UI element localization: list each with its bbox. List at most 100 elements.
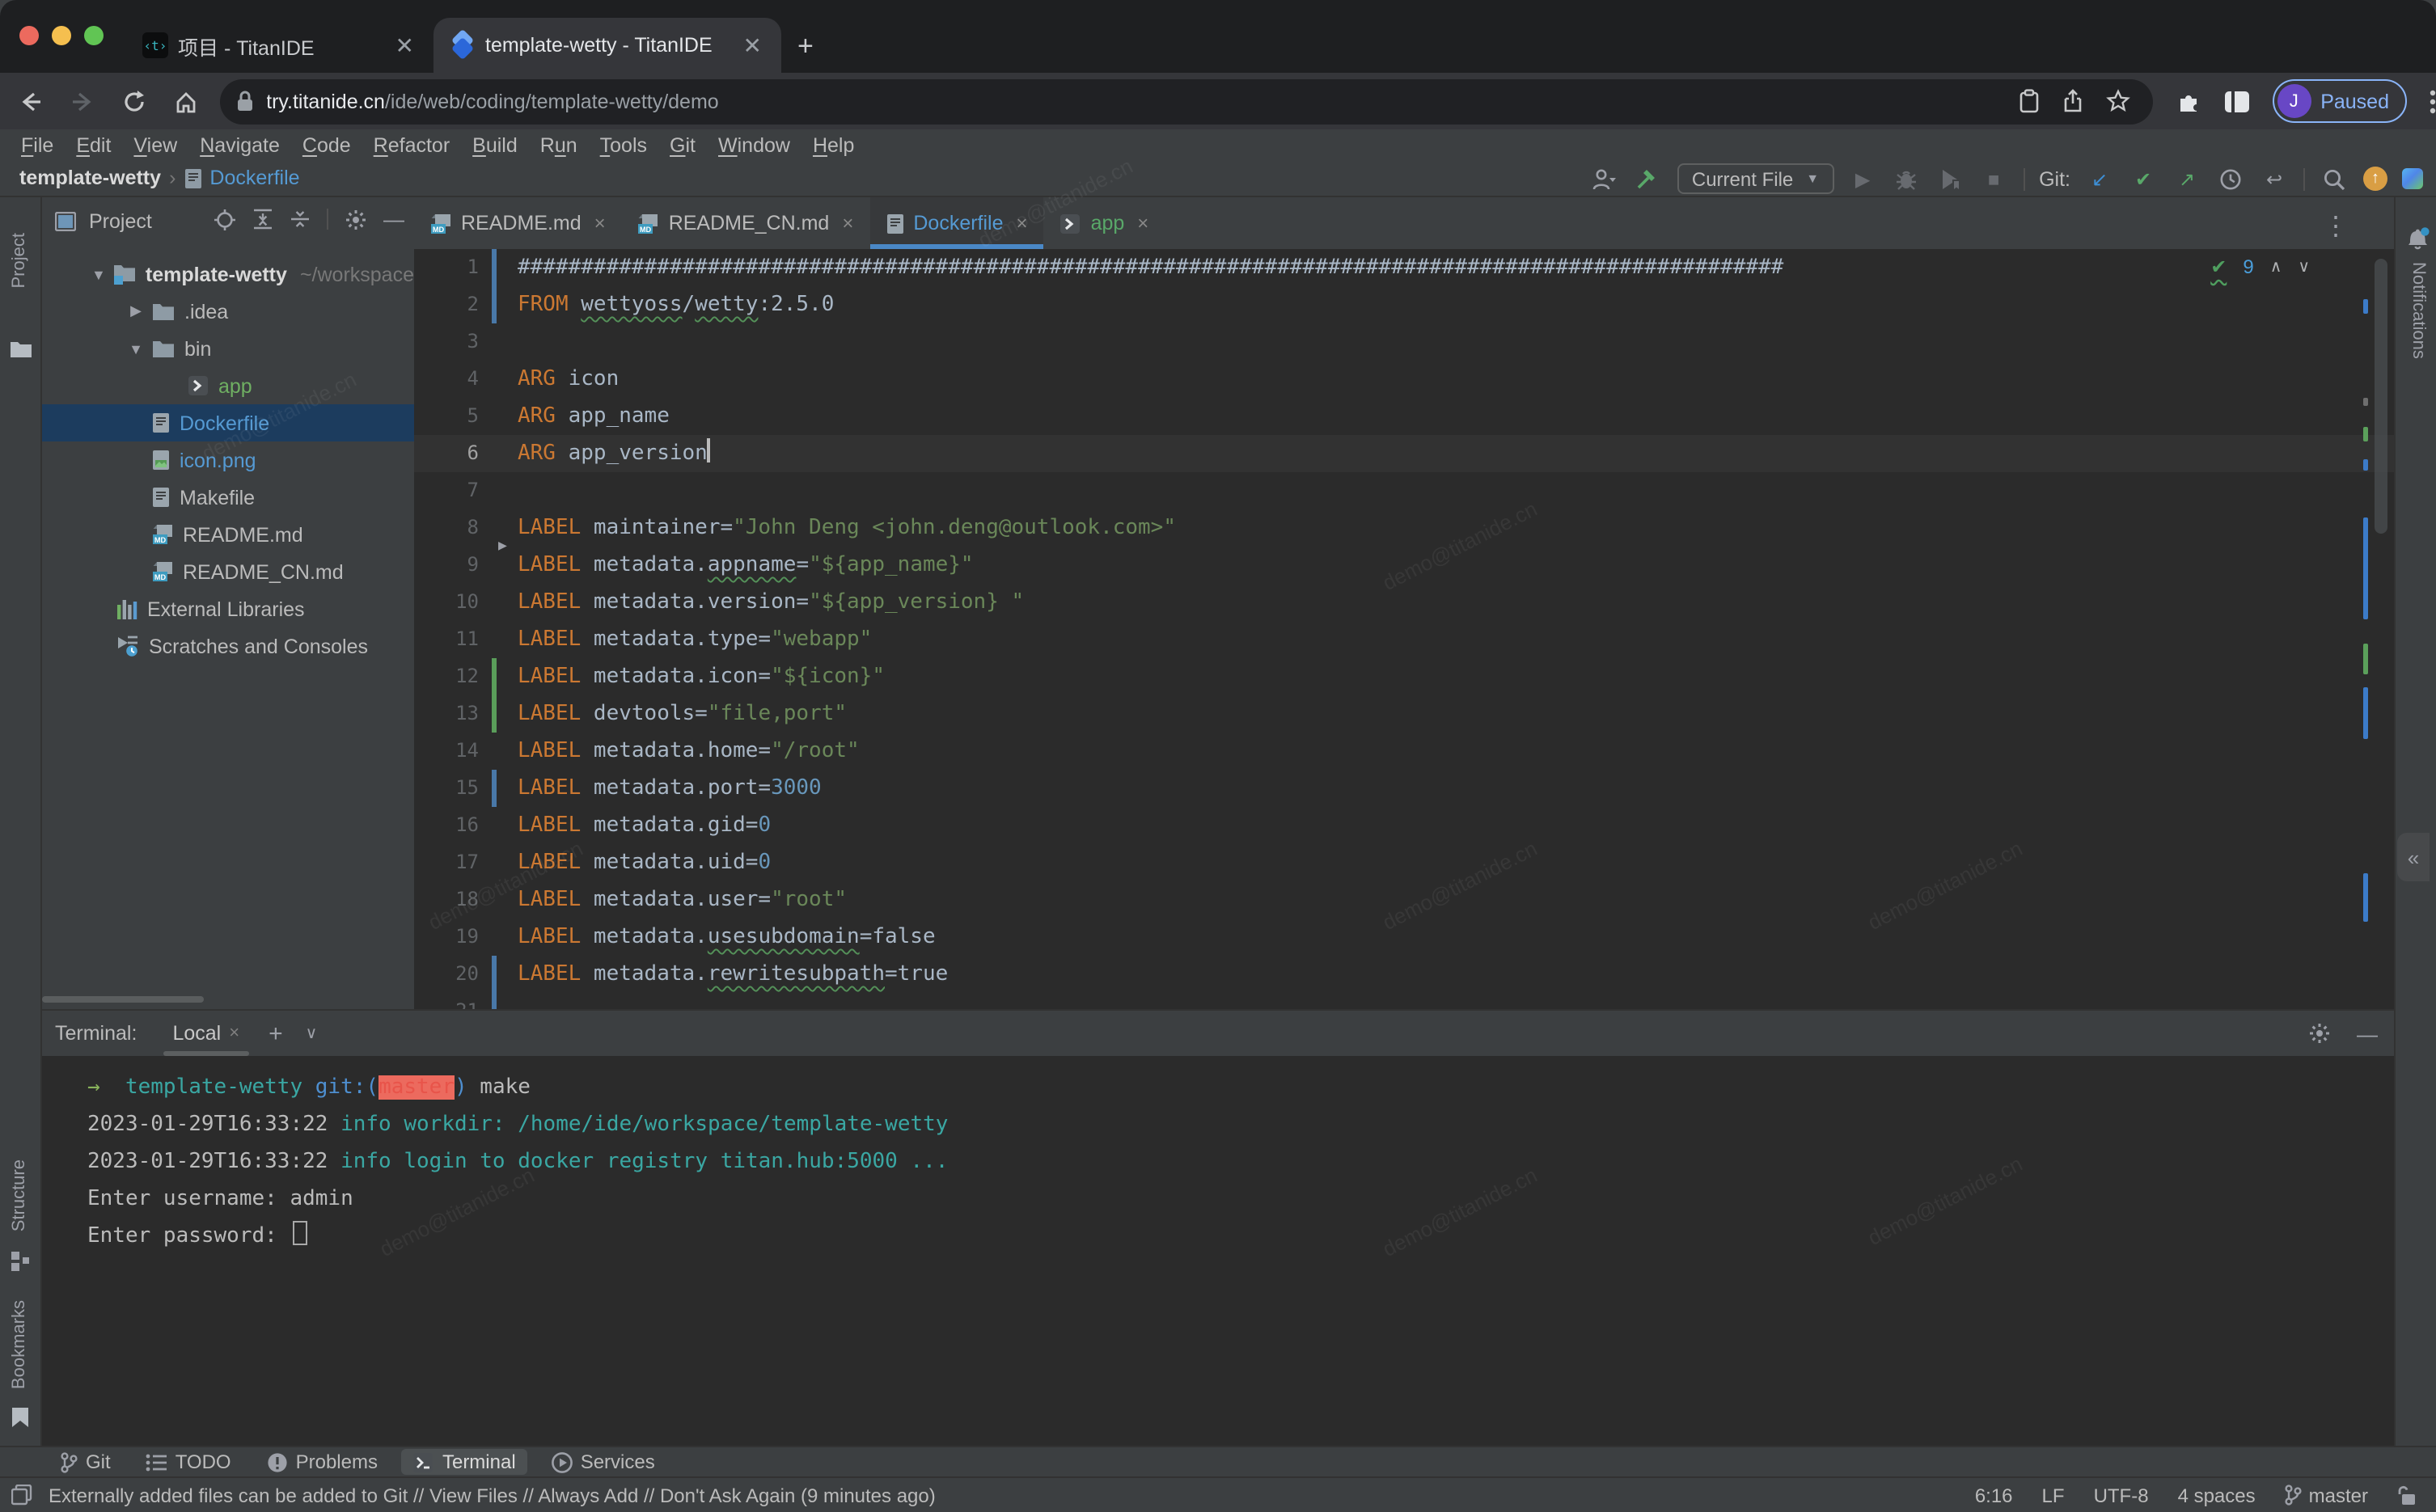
menu-item-refactor[interactable]: Refactor (362, 133, 462, 156)
menu-item-run[interactable]: Run (529, 133, 589, 156)
share-icon[interactable] (2062, 89, 2083, 113)
tool-button-services[interactable]: Services (540, 1449, 666, 1475)
tree-item[interactable]: Scratches and Consoles (42, 627, 414, 665)
extensions-icon[interactable] (2175, 88, 2201, 114)
menu-item-code[interactable]: Code (291, 133, 362, 156)
tree-chevron-icon[interactable]: ▼ (126, 340, 146, 357)
git-push-icon[interactable]: ↗ (2172, 164, 2201, 193)
tool-strip-structure-label[interactable]: Structure (10, 1159, 29, 1231)
new-tab-button[interactable]: + (797, 31, 814, 63)
git-commit-icon[interactable]: ✔ (2129, 164, 2158, 193)
maximize-window-button[interactable] (84, 26, 104, 45)
address-bar[interactable]: try.titanide.cn/ide/web/coding/template-… (219, 78, 2152, 124)
breadcrumb-file[interactable]: Dockerfile (209, 167, 299, 189)
build-hammer-icon[interactable] (1634, 164, 1663, 193)
indent-setting[interactable]: 4 spaces (2178, 1484, 2256, 1506)
close-window-button[interactable] (19, 26, 39, 45)
tool-strip-bookmarks-label[interactable]: Bookmarks (10, 1300, 29, 1389)
tree-item[interactable]: icon.png (42, 441, 414, 479)
status-windows-icon[interactable] (11, 1485, 32, 1506)
user-settings-icon[interactable] (1590, 164, 1619, 193)
menu-item-file[interactable]: File (10, 133, 65, 156)
stripe-mark[interactable] (2363, 398, 2368, 406)
file-encoding[interactable]: UTF-8 (2094, 1484, 2149, 1506)
tab-close-icon[interactable]: × (594, 212, 606, 234)
tool-button-problems[interactable]: Problems (256, 1449, 389, 1475)
terminal-settings-gear-icon[interactable] (2308, 1022, 2331, 1045)
editor-tab-readme.md[interactable]: MDREADME.md× (414, 197, 622, 249)
project-panel-title[interactable]: Project (89, 209, 152, 232)
caret-position[interactable]: 6:16 (1975, 1484, 2013, 1506)
tab-close-icon[interactable]: × (1137, 212, 1148, 234)
back-button[interactable] (10, 80, 52, 122)
close-icon[interactable]: × (229, 1024, 239, 1043)
tool-strip-project-label[interactable]: Project (10, 233, 29, 289)
stripe-mark[interactable] (2363, 459, 2368, 471)
browser-tab[interactable]: template-wetty - TitanIDE✕ (433, 18, 781, 73)
structure-icon[interactable] (11, 1252, 31, 1271)
tool-button-terminal[interactable]: Terminal (402, 1449, 527, 1475)
tab-close-icon[interactable]: ✕ (392, 32, 417, 59)
tree-item[interactable]: ▼template-wetty~/workspace (42, 256, 414, 293)
ide-plugin-icon[interactable] (2402, 168, 2423, 189)
tool-strip-notifications-label[interactable]: Notifications (2409, 262, 2428, 359)
stripe-mark[interactable] (2363, 873, 2368, 922)
editor-scrollbar[interactable] (2375, 259, 2387, 534)
menu-item-help[interactable]: Help (801, 133, 865, 156)
stripe-mark[interactable] (2363, 517, 2368, 619)
tree-item[interactable]: External Libraries (42, 590, 414, 627)
hide-panel-icon[interactable]: — (383, 207, 404, 231)
stripe-mark[interactable] (2363, 644, 2368, 674)
menu-item-view[interactable]: View (122, 133, 188, 156)
unlocked-padlock-icon[interactable] (2397, 1485, 2417, 1506)
expand-all-icon[interactable] (252, 209, 273, 230)
forward-button[interactable] (61, 80, 104, 122)
clipboard-icon[interactable] (2018, 89, 2039, 113)
run-coverage-icon[interactable] (1935, 164, 1964, 193)
stripe-mark[interactable] (2363, 299, 2368, 314)
search-icon[interactable] (2320, 164, 2349, 193)
stripe-mark[interactable] (2363, 687, 2368, 739)
tree-chevron-icon[interactable]: ▼ (91, 266, 107, 282)
git-update-icon[interactable]: ↙ (2085, 164, 2114, 193)
update-available-icon[interactable]: ↑ (2363, 167, 2387, 191)
terminal-output[interactable]: → template-wetty git:(master) make2023-0… (42, 1056, 2394, 1255)
breadcrumb-project[interactable]: template-wetty (19, 167, 161, 189)
tree-item[interactable]: ▼bin (42, 330, 414, 367)
stripe-mark[interactable] (2363, 427, 2368, 441)
tree-horizontal-scrollbar[interactable] (42, 996, 204, 1003)
tool-button-todo[interactable]: TODO (135, 1449, 243, 1475)
editor-options-kebab-icon[interactable]: ⋮ (2323, 210, 2349, 243)
history-clock-icon[interactable] (2216, 164, 2245, 193)
run-icon[interactable]: ▶ (1848, 164, 1877, 193)
menu-item-tools[interactable]: Tools (589, 133, 658, 156)
tab-close-icon[interactable]: × (842, 212, 853, 234)
menu-item-window[interactable]: Window (707, 133, 801, 156)
editor-tab-app[interactable]: app× (1044, 197, 1165, 249)
profile-button[interactable]: J Paused (2272, 79, 2407, 123)
collapse-all-icon[interactable] (290, 209, 311, 230)
minimize-panel-icon[interactable]: — (2357, 1021, 2378, 1045)
code-viewport[interactable]: 1#######################################… (414, 249, 2394, 1009)
tab-close-icon[interactable]: × (1017, 212, 1028, 234)
stop-icon[interactable]: ■ (1979, 164, 2008, 193)
tree-item[interactable]: Dockerfile (42, 404, 414, 441)
tree-item[interactable]: MDREADME.md (42, 516, 414, 553)
tree-item[interactable]: app (42, 367, 414, 404)
git-branch-widget[interactable]: master (2285, 1484, 2368, 1506)
minimize-window-button[interactable] (52, 26, 71, 45)
side-panel-icon[interactable] (2223, 90, 2249, 112)
tree-item[interactable]: MDREADME_CN.md (42, 553, 414, 590)
debug-icon[interactable] (1892, 164, 1921, 193)
editor-tab-dockerfile[interactable]: Dockerfile× (869, 197, 1043, 249)
bookmark-icon[interactable] (11, 1407, 29, 1428)
menu-item-edit[interactable]: Edit (65, 133, 122, 156)
locate-file-icon[interactable] (214, 208, 236, 230)
collapse-right-panel-button[interactable]: « (2397, 833, 2430, 881)
notifications-bell-icon[interactable] (2405, 226, 2430, 251)
menu-item-git[interactable]: Git (658, 133, 707, 156)
reload-button[interactable] (113, 80, 155, 122)
browser-tab[interactable]: ‹t›项目 - TitanIDE✕ (126, 18, 433, 73)
rollback-icon[interactable]: ↩ (2260, 164, 2289, 193)
terminal-tab-local[interactable]: Local× (166, 1011, 246, 1056)
